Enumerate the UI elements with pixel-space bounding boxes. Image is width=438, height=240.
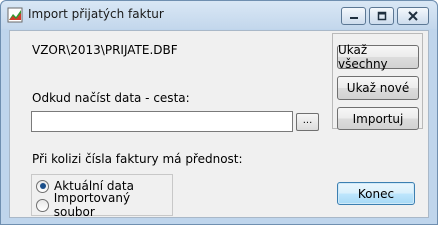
radio-imported-file-label: Importovaný soubor: [53, 191, 131, 219]
title-bar[interactable]: Import přijatých faktur: [1, 1, 437, 29]
conflict-priority-label: Při kolizi čísla faktury má přednost:: [32, 152, 243, 166]
show-new-button[interactable]: Ukaž nové: [337, 76, 419, 100]
browse-button[interactable]: ...: [296, 113, 319, 131]
close-button[interactable]: [397, 7, 429, 25]
source-path-label: Odkud načíst data - cesta:: [32, 91, 190, 105]
maximize-icon: [377, 11, 386, 21]
app-icon: [7, 7, 23, 23]
close-icon: [408, 11, 418, 21]
window-title: Import přijatých faktur: [28, 7, 164, 21]
dialog-content: VZOR\2013\PRIJATE.DBF Odkud načíst data …: [9, 30, 429, 219]
show-all-button[interactable]: Ukaž všechny: [337, 43, 419, 71]
radio-unselected-icon[interactable]: [36, 198, 49, 212]
radio-dot: [39, 183, 46, 189]
minimize-button[interactable]: [341, 7, 366, 25]
import-button[interactable]: Importuj: [337, 107, 419, 130]
conflict-priority-radio-group: Aktuální data Importovaný soubor: [31, 174, 173, 219]
minimize-icon: [349, 17, 358, 19]
maximize-button[interactable]: [369, 7, 394, 25]
action-button-panel: Ukaž všechny Ukaž nové Importuj: [332, 33, 423, 130]
import-dialog-window: Import přijatých faktur VZOR\2013\PRIJAT…: [0, 0, 438, 225]
radio-imported-file[interactable]: Importovaný soubor: [36, 191, 172, 219]
current-path-label: VZOR\2013\PRIJATE.DBF: [32, 43, 178, 57]
radio-selected-icon[interactable]: [36, 179, 49, 193]
end-button[interactable]: Konec: [337, 182, 415, 205]
source-path-input[interactable]: [31, 111, 293, 132]
